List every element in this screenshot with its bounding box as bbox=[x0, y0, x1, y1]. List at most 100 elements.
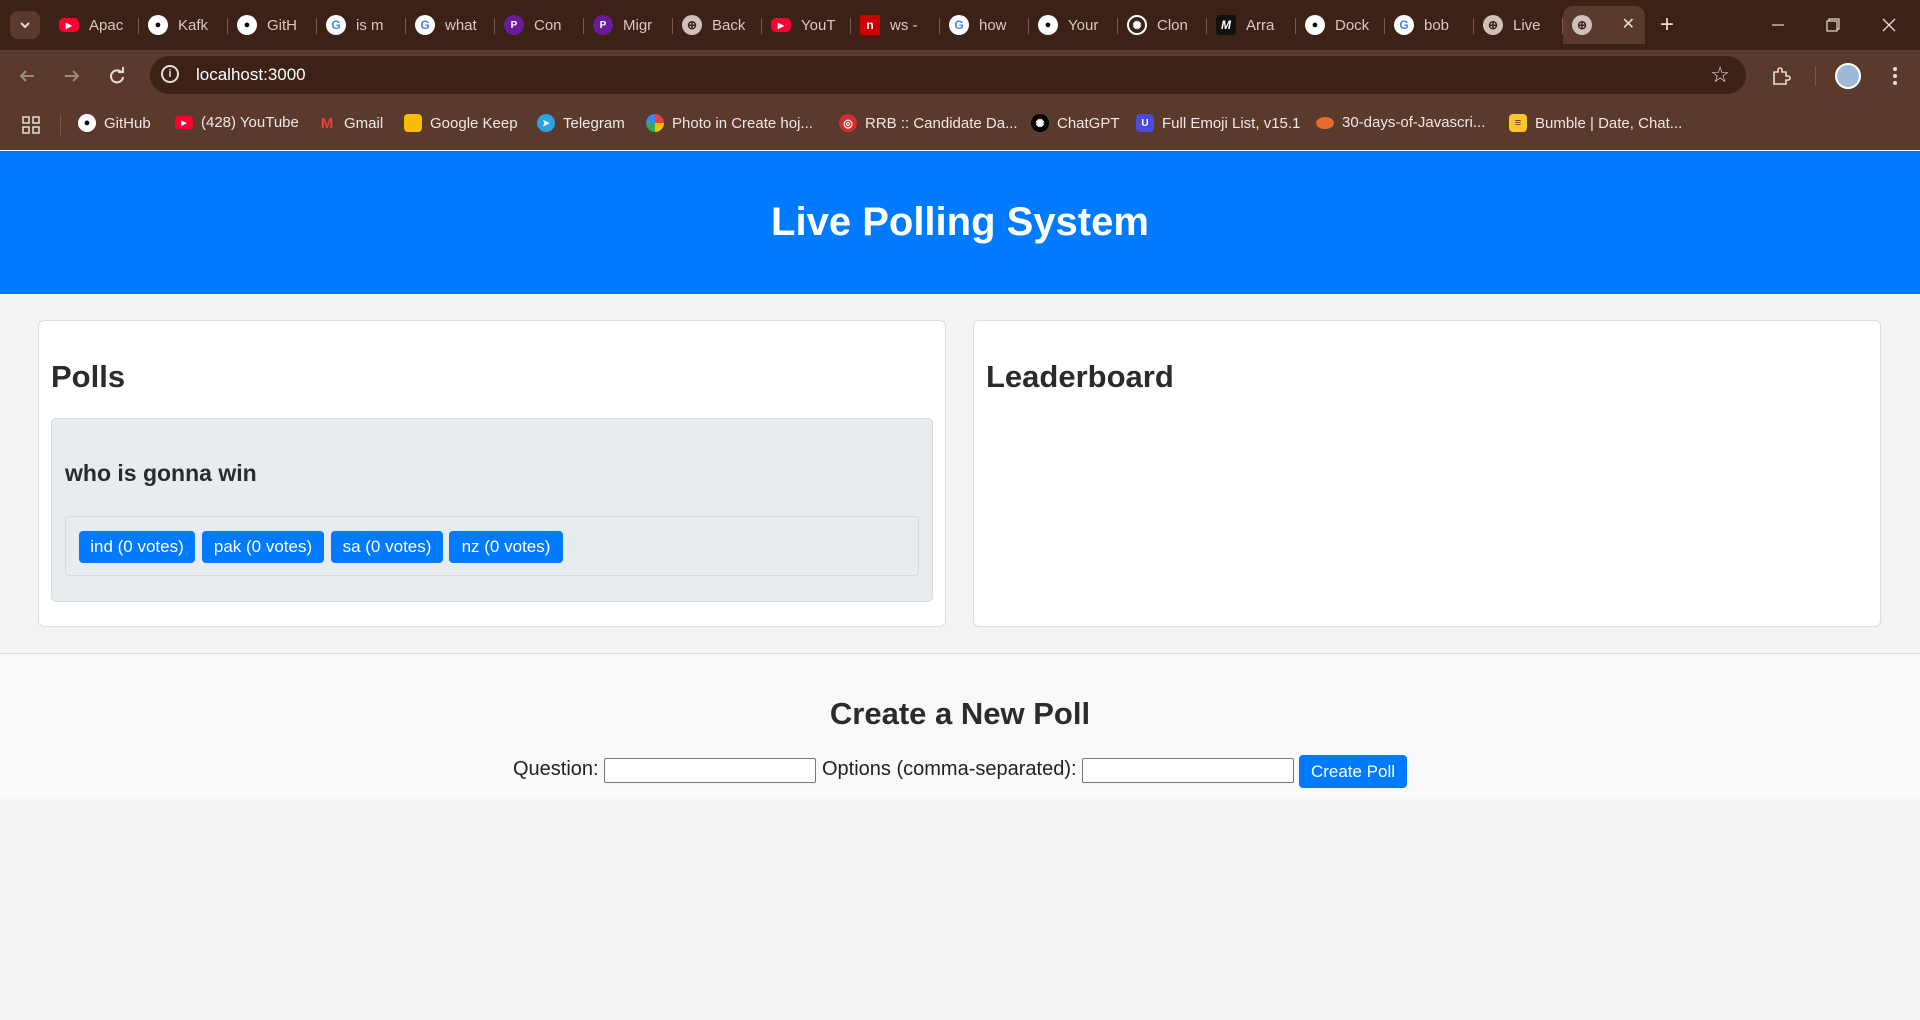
mdn-icon: M bbox=[1216, 15, 1236, 35]
bookmark-item[interactable]: ✺ ChatGPT bbox=[1031, 114, 1120, 132]
youtube-icon: ▶ bbox=[771, 18, 791, 32]
polls-heading: Polls bbox=[51, 359, 126, 394]
restore-button[interactable] bbox=[1810, 10, 1856, 40]
tab-title: Your bbox=[1068, 16, 1099, 34]
bookmark-item[interactable]: ● GitHub bbox=[78, 114, 151, 132]
bookmark-label: 30-days-of-Javascri... bbox=[1342, 114, 1486, 131]
browser-tab[interactable]: ● Kafk bbox=[139, 6, 228, 44]
github-icon: ● bbox=[1038, 15, 1058, 35]
github-icon: ● bbox=[78, 114, 96, 132]
bookmark-star-icon[interactable]: ☆ bbox=[1710, 62, 1730, 88]
tab-title: ws - bbox=[890, 16, 918, 34]
options-label: Options (comma-separated): bbox=[822, 758, 1077, 780]
chevron-down-icon bbox=[20, 22, 30, 29]
forward-button[interactable] bbox=[57, 61, 87, 91]
vote-button[interactable]: nz (0 votes) bbox=[449, 531, 563, 563]
browser-menu-button[interactable] bbox=[1880, 61, 1910, 91]
bookmark-label: GitHub bbox=[104, 114, 151, 132]
bookmark-label: RRB :: Candidate Da... bbox=[865, 114, 1018, 132]
google-icon: G bbox=[415, 15, 435, 35]
gmail-icon: M bbox=[320, 114, 334, 132]
url-text[interactable]: localhost:3000 bbox=[196, 65, 306, 85]
youtube-icon: ▶ bbox=[175, 116, 193, 129]
minimize-button[interactable] bbox=[1755, 10, 1801, 40]
github-icon: ● bbox=[1305, 15, 1325, 35]
back-button[interactable] bbox=[12, 61, 42, 91]
tab-title: Clon bbox=[1157, 16, 1188, 34]
perplexity-icon: P bbox=[593, 15, 613, 35]
npm-icon: n bbox=[860, 15, 880, 35]
close-tab-icon[interactable]: ✕ bbox=[1622, 14, 1635, 34]
tab-title: Con bbox=[534, 16, 562, 34]
kebab-menu-icon bbox=[1893, 67, 1897, 85]
browser-tab-bar: ▶ Apac ● Kafk ● GitH Gis m Gwhat P Con P Migr ⊕ Back ▶… bbox=[0, 0, 1920, 50]
youtube-icon: ▶ bbox=[59, 18, 79, 32]
leaderboard-heading: Leaderboard bbox=[986, 359, 1174, 394]
tab-title: Arra bbox=[1246, 16, 1275, 34]
create-poll-section: Create a New Poll Question: Options (com… bbox=[0, 653, 1920, 799]
browser-tab[interactable]: ● Dock bbox=[1296, 6, 1385, 44]
close-window-button[interactable] bbox=[1866, 10, 1912, 40]
browser-tab[interactable]: ● GitH bbox=[228, 6, 317, 44]
question-label: Question: bbox=[513, 758, 599, 780]
tab-title: what bbox=[445, 16, 477, 34]
polls-card: Polls who is gonna win ind (0 votes) pak… bbox=[38, 320, 946, 627]
rrb-icon: ◎ bbox=[839, 114, 857, 132]
vote-button[interactable]: pak (0 votes) bbox=[202, 531, 324, 563]
browser-tab[interactable]: Ghow bbox=[940, 6, 1029, 44]
apps-grid-icon[interactable] bbox=[22, 116, 40, 139]
bookmark-item[interactable]: 30-days-of-Javascri... bbox=[1316, 114, 1485, 131]
browser-tab[interactable]: ⊕ ✕ bbox=[1563, 6, 1645, 44]
reload-button[interactable] bbox=[102, 61, 132, 91]
create-poll-button[interactable]: Create Poll bbox=[1299, 755, 1407, 788]
google-icon: G bbox=[949, 15, 969, 35]
google-icon: G bbox=[326, 15, 346, 35]
browser-tab[interactable]: Gis m bbox=[317, 6, 406, 44]
vote-button[interactable]: ind (0 votes) bbox=[79, 531, 195, 563]
chatgpt-icon: ✺ bbox=[1127, 15, 1147, 35]
browser-tab[interactable]: n ws - bbox=[851, 6, 940, 44]
bookmark-label: Telegram bbox=[563, 114, 625, 132]
bookmark-item[interactable]: ➤ Telegram bbox=[537, 114, 625, 132]
bookmark-item[interactable]: Photo in Create hoj... bbox=[646, 114, 813, 132]
browser-tab[interactable]: ▶ Apac bbox=[50, 6, 139, 44]
poll-options: ind (0 votes) pak (0 votes) sa (0 votes)… bbox=[65, 516, 919, 576]
vote-button[interactable]: sa (0 votes) bbox=[331, 531, 443, 563]
browser-tab[interactable]: P Migr bbox=[584, 6, 673, 44]
browser-tab[interactable]: ✺ Clon bbox=[1118, 6, 1207, 44]
browser-tab[interactable]: ● Your bbox=[1029, 6, 1118, 44]
tab-title: Kafk bbox=[178, 16, 209, 34]
address-toolbar: i localhost:3000 ☆ bbox=[0, 50, 1920, 100]
browser-tab[interactable]: ⊕ Live bbox=[1474, 6, 1563, 44]
photos-icon bbox=[646, 114, 664, 132]
site-info-icon[interactable]: i bbox=[161, 65, 179, 83]
browser-tab[interactable]: P Con bbox=[495, 6, 584, 44]
bumble-icon: ≡ bbox=[1509, 114, 1527, 132]
bookmark-item[interactable]: ▶ (428) YouTube bbox=[175, 114, 299, 131]
bookmark-item[interactable]: ≡ Bumble | Date, Chat... bbox=[1509, 114, 1682, 132]
app-header: Live Polling System bbox=[0, 151, 1920, 294]
browser-tab[interactable]: ▶ YouT bbox=[762, 6, 851, 44]
bookmark-item[interactable]: U Full Emoji List, v15.1 bbox=[1136, 114, 1300, 132]
bookmark-item[interactable]: M Gmail bbox=[318, 114, 383, 132]
extensions-button[interactable] bbox=[1766, 61, 1796, 91]
js-icon bbox=[1316, 116, 1334, 129]
browser-tab[interactable]: ⊕ Back bbox=[673, 6, 762, 44]
new-tab-button[interactable]: + bbox=[1652, 10, 1682, 40]
puzzle-icon bbox=[1773, 67, 1791, 85]
address-bar[interactable]: i localhost:3000 ☆ bbox=[150, 56, 1746, 94]
browser-tab[interactable]: Gwhat bbox=[406, 6, 495, 44]
bookmark-item[interactable]: ◎ RRB :: Candidate Da... bbox=[839, 114, 1018, 132]
question-input[interactable] bbox=[604, 758, 816, 783]
bookmark-item[interactable]: Google Keep bbox=[404, 114, 518, 132]
tab-search-button[interactable] bbox=[10, 11, 40, 39]
minimize-icon bbox=[1772, 24, 1784, 26]
bookmark-label: Google Keep bbox=[430, 114, 518, 132]
arrow-right-icon bbox=[65, 70, 80, 82]
unicode-icon: U bbox=[1136, 114, 1154, 132]
tab-title: bob bbox=[1424, 16, 1450, 34]
browser-tab[interactable]: Gbob bbox=[1385, 6, 1474, 44]
browser-tab[interactable]: M Arra bbox=[1207, 6, 1296, 44]
options-input[interactable] bbox=[1082, 758, 1294, 783]
profile-avatar[interactable] bbox=[1835, 63, 1861, 89]
